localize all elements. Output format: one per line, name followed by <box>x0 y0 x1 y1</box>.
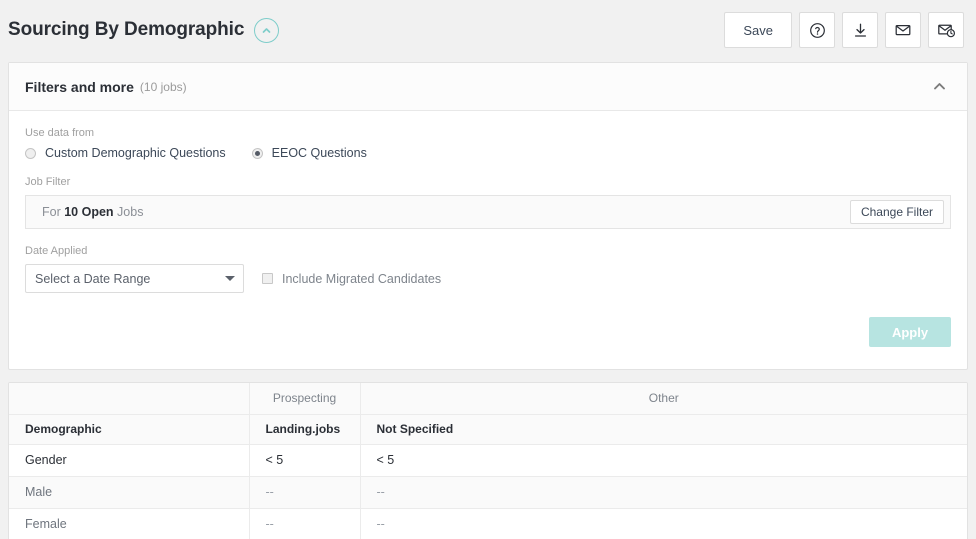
date-applied-row: Select a Date Range Include Migrated Can… <box>25 264 951 293</box>
radio-eeoc-questions[interactable]: EEOC Questions <box>251 146 367 160</box>
job-filter-prefix: For <box>42 205 65 219</box>
include-migrated-candidates-checkbox[interactable]: Include Migrated Candidates <box>262 272 441 286</box>
job-filter-label: Job Filter <box>25 176 71 188</box>
radio-label: EEOC Questions <box>271 146 367 160</box>
use-data-from-radio-group: Custom Demographic Questions EEOC Questi… <box>25 146 951 160</box>
chevron-up-icon[interactable] <box>925 73 953 101</box>
row-value: -- <box>360 476 967 509</box>
checkbox-icon <box>262 273 273 284</box>
table-row: Gender < 5 < 5 <box>9 444 967 477</box>
group-header-prospecting: Prospecting <box>249 383 361 415</box>
results-table-head: Prospecting Other Demographic Landing.jo… <box>9 383 967 445</box>
job-filter-text: For 10 Open Jobs <box>42 205 143 219</box>
row-value: < 5 <box>249 444 361 477</box>
table-row: Male -- -- <box>9 476 967 509</box>
radio-label: Custom Demographic Questions <box>45 146 226 160</box>
page-header: Sourcing By Demographic Save <box>0 0 976 60</box>
change-filter-button[interactable]: Change Filter <box>849 200 944 224</box>
date-range-select[interactable]: Select a Date Range <box>25 264 244 293</box>
email-button[interactable] <box>885 12 921 48</box>
filters-card-body: Use data from Custom Demographic Questio… <box>9 111 967 369</box>
use-data-from-label: Use data from <box>25 127 95 139</box>
column-header-demographic: Demographic <box>9 414 250 445</box>
schedule-email-button[interactable] <box>928 12 964 48</box>
table-row: Female -- -- <box>9 508 967 539</box>
row-label: Gender <box>9 444 250 477</box>
include-migrated-candidates-label: Include Migrated Candidates <box>282 271 442 286</box>
apply-row: Apply <box>25 293 951 361</box>
column-header-not-specified: Not Specified <box>360 414 967 445</box>
group-header-row: Prospecting Other <box>9 383 967 415</box>
row-value: < 5 <box>360 444 967 477</box>
column-header-row: Demographic Landing.jobs Not Specified <box>9 414 967 445</box>
filters-title: Filters and more <box>25 78 134 95</box>
filters-card-header[interactable]: Filters and more (10 jobs) <box>9 63 967 111</box>
column-header-landing-jobs: Landing.jobs <box>249 414 361 445</box>
save-button-label: Save <box>743 22 773 38</box>
chevron-up-circle-icon[interactable] <box>254 17 280 43</box>
results-table-card: Prospecting Other Demographic Landing.jo… <box>8 382 968 539</box>
radio-dot-icon <box>25 147 36 159</box>
save-button[interactable]: Save <box>724 12 792 48</box>
row-value: -- <box>249 476 361 509</box>
filters-card: Filters and more (10 jobs) Use data from… <box>8 62 968 370</box>
download-button[interactable] <box>842 12 878 48</box>
results-table-body: Gender < 5 < 5 Male -- -- Female -- -- <box>9 444 967 539</box>
radio-dot-selected-icon <box>251 147 263 159</box>
header-actions: Save <box>717 12 964 48</box>
date-range-select-value: Select a Date Range <box>35 271 151 286</box>
help-button[interactable] <box>799 12 835 48</box>
chevron-down-icon <box>225 276 235 281</box>
page-title: Sourcing By Demographic <box>8 19 245 40</box>
row-label: Male <box>9 476 250 509</box>
envelope-clock-icon <box>937 21 956 39</box>
group-header-other: Other <box>360 383 967 415</box>
group-header-blank <box>9 383 250 415</box>
results-table: Prospecting Other Demographic Landing.jo… <box>9 383 967 539</box>
envelope-icon <box>894 21 912 39</box>
row-value: -- <box>249 508 361 539</box>
job-filter-box: For 10 Open Jobs Change Filter <box>25 195 951 229</box>
apply-button[interactable]: Apply <box>869 317 951 347</box>
row-value: -- <box>360 508 967 539</box>
question-circle-icon <box>809 22 826 39</box>
job-filter-suffix: Jobs <box>113 205 144 219</box>
radio-custom-demographic-questions[interactable]: Custom Demographic Questions <box>25 146 226 160</box>
download-icon <box>852 22 869 39</box>
date-applied-label: Date Applied <box>25 245 88 257</box>
job-filter-count: 10 Open <box>64 205 114 219</box>
row-label: Female <box>9 508 250 539</box>
filters-subtitle: (10 jobs) <box>139 79 187 94</box>
